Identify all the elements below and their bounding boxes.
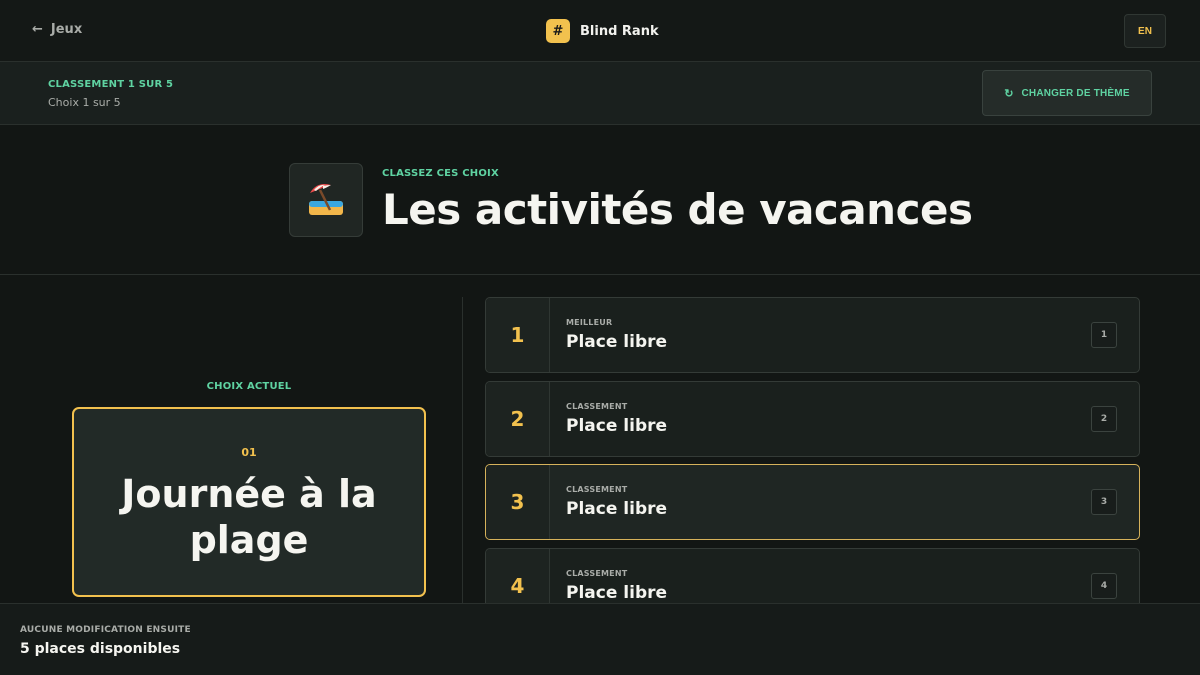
slot-kicker: CLASSEMENT (566, 569, 628, 578)
brand: # Blind Rank (546, 19, 659, 43)
keyboard-shortcut-badge: 4 (1091, 573, 1117, 599)
slot-rank-number: 3 (486, 465, 550, 539)
change-theme-button[interactable]: ↻ CHANGER DE THÈME (982, 70, 1152, 116)
current-choice-name: Journée à la plage (121, 472, 377, 562)
footer-kicker: AUCUNE MODIFICATION ENSUITE (20, 625, 191, 635)
slot-rank-number: 2 (486, 382, 550, 456)
current-choice-label: CHOIX ACTUEL (206, 381, 292, 392)
page-title: Les activités de vacances (382, 185, 973, 234)
language-toggle-button[interactable]: EN (1124, 14, 1166, 48)
theme-eyebrow: CLASSEZ CES CHOIX (382, 168, 499, 179)
round-progress-bar: CLASSEMENT 1 SUR 5 Choix 1 sur 5 ↻ CHANG… (0, 62, 1200, 125)
keyboard-shortcut-badge: 1 (1091, 322, 1117, 348)
beach-umbrella-icon (289, 163, 363, 237)
current-choice-number: 01 (241, 446, 257, 459)
round-label: CLASSEMENT 1 SUR 5 (48, 79, 174, 90)
blind-rank-app: ← Jeux # Blind Rank EN CLASSEMENT 1 SUR … (0, 0, 1200, 675)
status-footer: AUCUNE MODIFICATION ENSUITE 5 places dis… (0, 603, 1200, 675)
choice-counter: Choix 1 sur 5 (48, 96, 121, 109)
back-to-games-link[interactable]: ← Jeux (32, 22, 82, 37)
column-divider (462, 297, 463, 603)
refresh-icon: ↻ (1004, 87, 1014, 100)
available-slots-status: 5 places disponibles (20, 641, 181, 657)
rank-slot-1[interactable]: 1 MEILLEUR Place libre 1 (485, 297, 1140, 373)
change-theme-label: CHANGER DE THÈME (1021, 87, 1130, 99)
keyboard-shortcut-badge: 3 (1091, 489, 1117, 515)
back-label: Jeux (50, 22, 83, 37)
slot-title: Place libre (566, 583, 668, 603)
slot-title: Place libre (566, 499, 668, 519)
top-bar: ← Jeux # Blind Rank EN (0, 0, 1200, 62)
slot-title: Place libre (566, 332, 668, 352)
current-choice-card[interactable]: 01 Journée à la plage (72, 407, 426, 597)
slot-kicker: MEILLEUR (566, 318, 613, 327)
rank-slot-3[interactable]: 3 CLASSEMENT Place libre 3 (485, 464, 1140, 540)
brand-title: Blind Rank (580, 23, 659, 39)
rank-slot-2[interactable]: 2 CLASSEMENT Place libre 2 (485, 381, 1140, 457)
slot-rank-number: 1 (486, 298, 550, 372)
slot-kicker: CLASSEMENT (566, 402, 628, 411)
slot-kicker: CLASSEMENT (566, 485, 628, 494)
arrow-left-icon: ← (32, 22, 43, 37)
slot-title: Place libre (566, 416, 668, 436)
keyboard-shortcut-badge: 2 (1091, 406, 1117, 432)
theme-heading: CLASSEZ CES CHOIX Les activités de vacan… (0, 125, 1200, 275)
hash-icon: # (546, 19, 570, 43)
